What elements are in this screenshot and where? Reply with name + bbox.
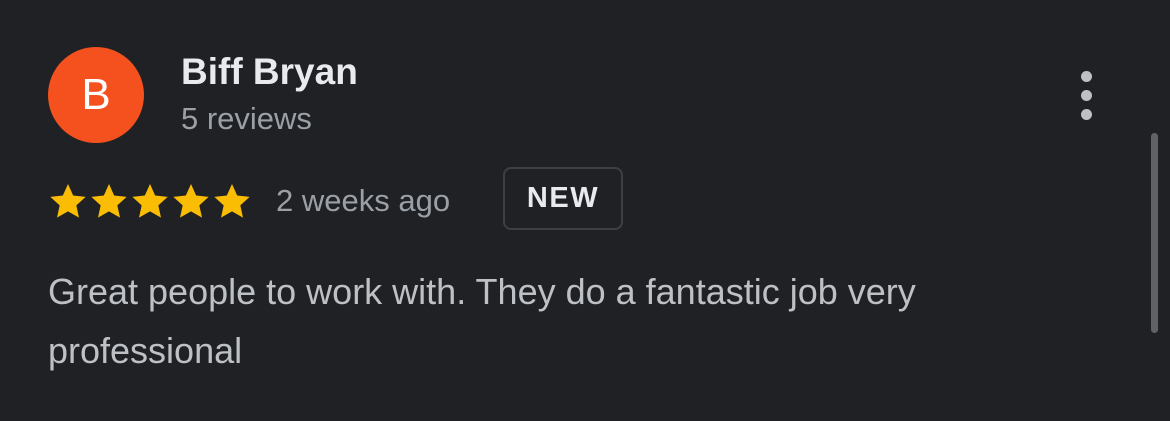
- star-icon: [173, 184, 209, 218]
- star-icon: [50, 184, 86, 218]
- avatar-initial: B: [81, 70, 111, 119]
- star-icon: [214, 184, 250, 218]
- review-count: 5 reviews: [181, 101, 312, 136]
- more-vertical-icon-dot: [1080, 108, 1092, 120]
- avatar[interactable]: B: [48, 47, 144, 143]
- star-icon: [132, 184, 168, 218]
- star-rating: [48, 180, 253, 222]
- review-text: Great people to work with. They do a fan…: [48, 271, 916, 371]
- more-vertical-icon: [1080, 70, 1092, 82]
- reviewer-name[interactable]: Biff Bryan: [181, 50, 358, 94]
- star-icon: [91, 184, 127, 218]
- more-vertical-icon-dot: [1080, 89, 1092, 101]
- review-time: 2 weeks ago: [276, 183, 451, 218]
- scrollbar[interactable]: [1151, 133, 1158, 333]
- review-card: B Biff Bryan 5 reviews 2 weeks ago NEW G…: [0, 0, 1170, 421]
- more-options-button[interactable]: [1062, 66, 1110, 124]
- new-badge: NEW: [503, 167, 623, 230]
